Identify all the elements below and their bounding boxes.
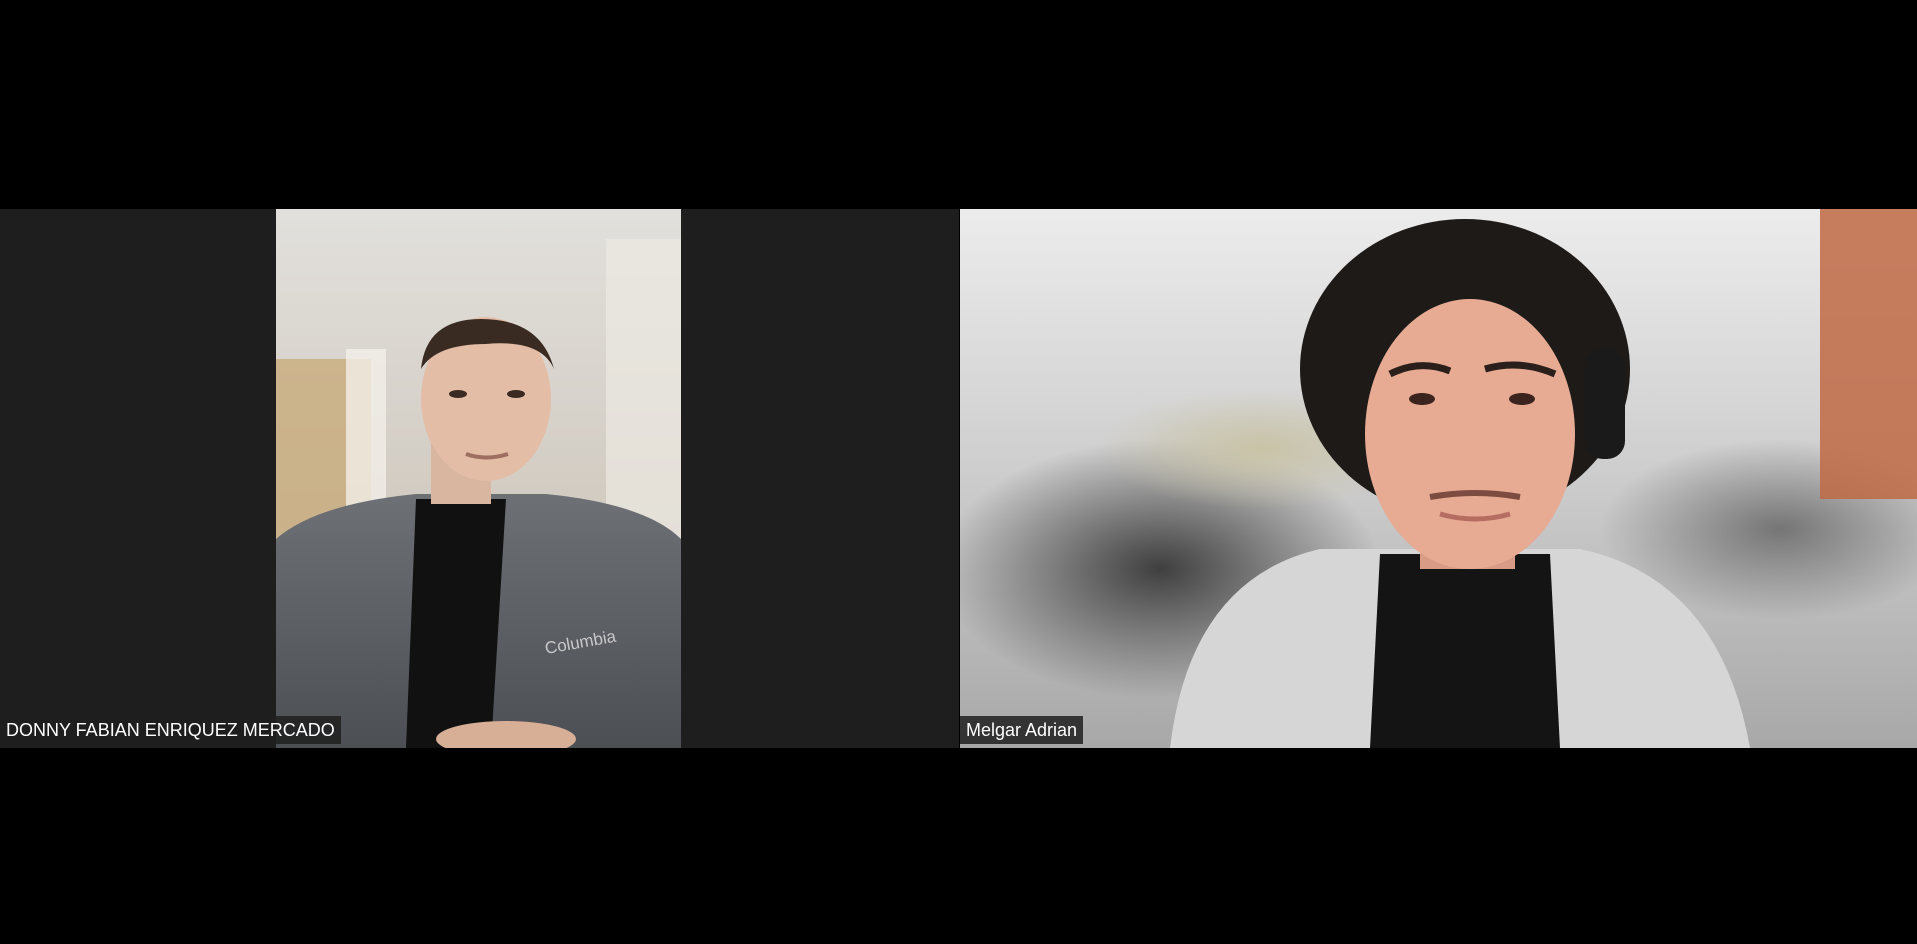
participant-video-melgar [960,209,1917,748]
meeting-stage: Columbia DONNY FABIAN ENRIQUEZ MERCADO M… [0,0,1917,944]
participant-video-frame: Columbia [276,209,681,748]
participant-name-tag: DONNY FABIAN ENRIQUEZ MERCADO [0,716,341,744]
participant-name-tag: Melgar Adrian [960,716,1084,744]
participant-video-frame [960,209,1917,748]
participant-tile-melgar[interactable]: Melgar Adrian [960,209,1917,748]
participant-name: Melgar Adrian [966,720,1078,740]
participant-tile-donny[interactable]: Columbia DONNY FABIAN ENRIQUEZ MERCADO [0,209,959,748]
participant-video-donny: Columbia [276,209,681,748]
participant-name: DONNY FABIAN ENRIQUEZ MERCADO [6,720,335,740]
